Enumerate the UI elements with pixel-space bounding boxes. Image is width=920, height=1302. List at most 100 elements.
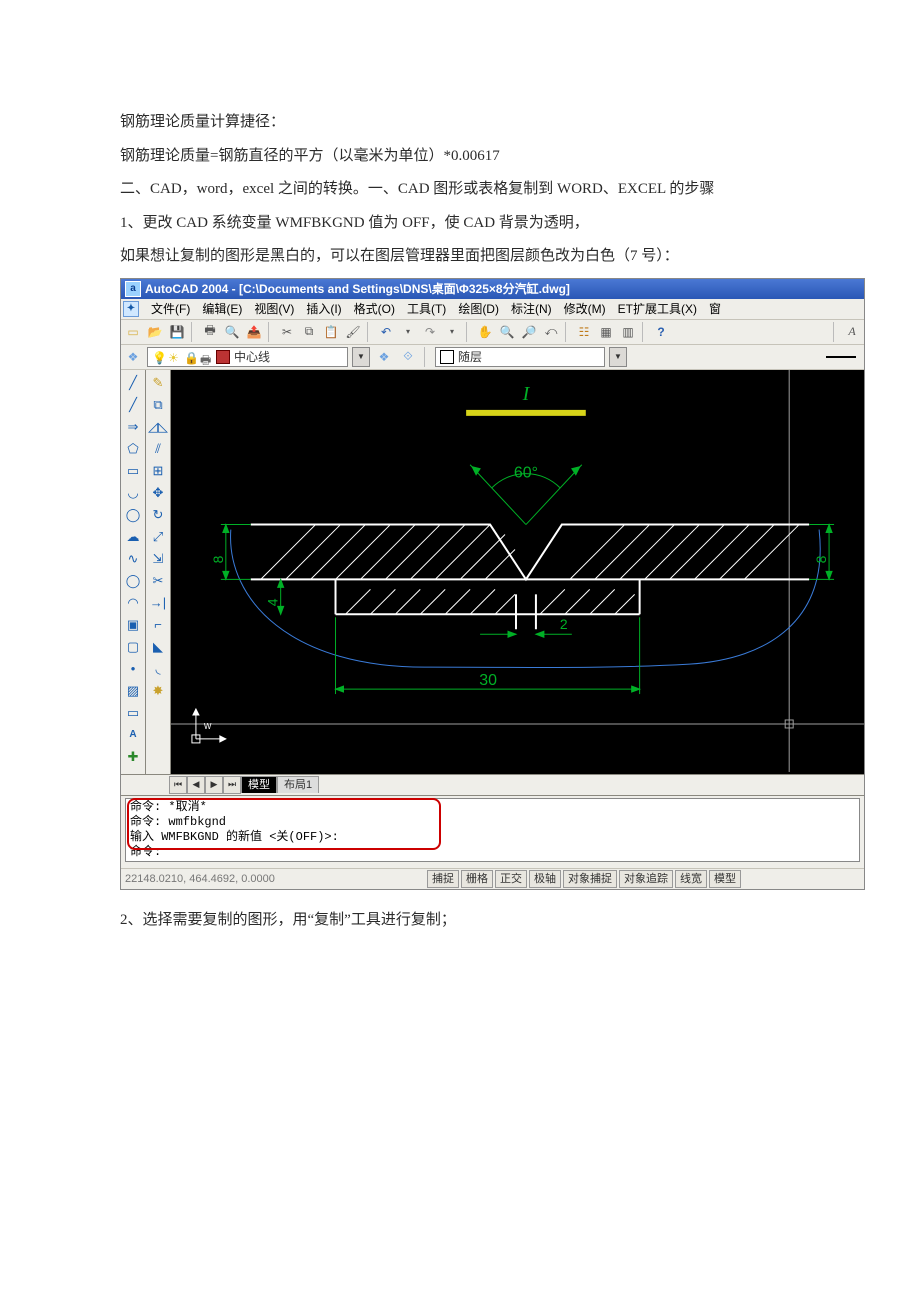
extra-icon[interactable]: ✚ [123,747,143,767]
line-icon[interactable]: ╱ [123,373,143,393]
copy-icon[interactable]: ⧉ [299,322,319,342]
insert-block-icon[interactable]: ▣ [123,615,143,635]
mirror-icon[interactable]: ◿◺ [148,417,168,437]
pline-icon[interactable]: ⇒ [123,417,143,437]
layer-combo[interactable]: 💡 ☀ 🔒 🖶 中心线 [147,347,348,367]
extend-icon[interactable]: →| [148,593,168,613]
tab-model[interactable]: 模型 [241,776,277,793]
tab-prev-icon[interactable]: ◀ [187,776,205,794]
menu-format[interactable]: 格式(O) [352,300,397,317]
redo-drop-icon[interactable]: ▾ [442,322,462,342]
chamfer-icon[interactable]: ◣ [148,637,168,657]
app-menu-icon[interactable]: ✦ [123,301,139,317]
open-icon[interactable]: 📂 [145,322,165,342]
save-icon[interactable]: 💾 [167,322,187,342]
zoom-rt-icon[interactable]: 🔍 [497,322,517,342]
status-model[interactable]: 模型 [709,870,741,888]
layer-drop-icon[interactable]: ▼ [352,347,370,367]
mtext-icon[interactable]: A [123,725,143,745]
publish-icon[interactable]: 📤 [244,322,264,342]
preview-icon[interactable]: 🔍 [222,322,242,342]
tab-first-icon[interactable]: ⏮ [169,776,187,794]
menu-view[interactable]: 视图(V) [252,300,296,317]
rotate-icon[interactable]: ↻ [148,505,168,525]
ellipse-icon[interactable]: ◯ [123,571,143,591]
layer-prev-icon[interactable]: ❖ [374,347,394,367]
xline-icon[interactable]: ╱ [123,395,143,415]
tab-layout1[interactable]: 布局1 [277,776,319,793]
menu-edit[interactable]: 编辑(E) [200,300,244,317]
menu-tools[interactable]: 工具(T) [405,300,448,317]
zoom-prev-icon[interactable]: ⤺ [541,322,561,342]
trim-icon[interactable]: ✂ [148,571,168,591]
stretch-icon[interactable]: ⇲ [148,549,168,569]
color-combo[interactable]: 随层 [435,347,605,367]
array-icon[interactable]: ⊞ [148,461,168,481]
help-icon[interactable]: ? [651,322,671,342]
erase-icon[interactable]: ✎ [148,373,168,393]
paste-icon[interactable]: 📋 [321,322,341,342]
drawing-canvas[interactable]: W I 60° [171,370,864,774]
pan-icon[interactable]: ✋ [475,322,495,342]
spline-icon[interactable]: ∿ [123,549,143,569]
circle-icon[interactable]: ◯ [123,505,143,525]
status-osnap[interactable]: 对象捕捉 [563,870,617,888]
fillet-icon[interactable]: ◟ [148,659,168,679]
cut-icon[interactable]: ✂ [277,322,297,342]
hatch-icon[interactable]: ▨ [123,681,143,701]
menu-et[interactable]: ET扩展工具(X) [616,300,699,317]
undo-icon[interactable]: ↶ [376,322,396,342]
menu-file[interactable]: 文件(F) [149,300,192,317]
rectangle-icon[interactable]: ▭ [123,461,143,481]
undo-drop-icon[interactable]: ▾ [398,322,418,342]
svg-text:W: W [204,721,212,730]
status-otrack[interactable]: 对象追踪 [619,870,673,888]
tab-last-icon[interactable]: ⏭ [223,776,241,794]
tab-next-icon[interactable]: ▶ [205,776,223,794]
zoom-win-icon[interactable]: 🔎 [519,322,539,342]
properties-icon[interactable]: ☷ [574,322,594,342]
redo-icon[interactable]: ↷ [420,322,440,342]
menu-modify[interactable]: 修改(M) [562,300,608,317]
menu-dim[interactable]: 标注(N) [509,300,554,317]
color-drop-icon[interactable]: ▼ [609,347,627,367]
toolbar-sep [367,322,372,342]
color-label: 随层 [458,348,482,365]
status-lwt[interactable]: 线宽 [675,870,707,888]
point-icon[interactable]: • [123,659,143,679]
toolbar-sep [833,322,838,342]
tool-pal-icon[interactable]: ▥ [618,322,638,342]
offset-icon[interactable]: ⫽ [148,439,168,459]
break-icon[interactable]: ⌐ [148,615,168,635]
status-snap[interactable]: 捕捉 [427,870,459,888]
standard-toolbar: ▭ 📂 💾 🖶 🔍 📤 ✂ ⧉ 📋 🖌 ↶ ▾ ↷ ▾ ✋ 🔍 🔎 ⤺ ☷ ▦ [121,320,864,345]
menu-window[interactable]: 窗 [707,300,723,317]
explode-icon[interactable]: ✸ [148,681,168,701]
make-block-icon[interactable]: ▢ [123,637,143,657]
print-icon[interactable]: 🖶 [200,322,220,342]
lineweight-sample [826,356,856,358]
move-icon[interactable]: ✥ [148,483,168,503]
ellipse-arc-icon[interactable]: ◠ [123,593,143,613]
text-style-icon[interactable]: A [842,322,862,342]
menu-draw[interactable]: 绘图(D) [456,300,501,317]
arc-icon[interactable]: ◡ [123,483,143,503]
svg-text:60°: 60° [514,464,538,481]
match-icon[interactable]: 🖌 [343,322,363,342]
region-icon[interactable]: ▭ [123,703,143,723]
menu-insert[interactable]: 插入(I) [304,300,343,317]
new-icon[interactable]: ▭ [123,322,143,342]
dc-icon[interactable]: ▦ [596,322,616,342]
command-history[interactable]: 命令: *取消* 命令: wmfbkgnd 输入 WMFBKGND 的新值 <关… [125,798,860,862]
copy-obj-icon[interactable]: ⧉ [148,395,168,415]
revcloud-icon[interactable]: ☁ [123,527,143,547]
status-ortho[interactable]: 正交 [495,870,527,888]
layer-walk-icon[interactable]: ⟐ [398,347,418,367]
layer-mgr-icon[interactable]: ❖ [123,347,143,367]
scale-icon[interactable]: ⤢ [148,527,168,547]
status-grid[interactable]: 栅格 [461,870,493,888]
cmd-line: 命令: wmfbkgnd [130,815,855,830]
cmd-line: 命令: *取消* [130,800,855,815]
polygon-icon[interactable]: ⬠ [123,439,143,459]
status-polar[interactable]: 极轴 [529,870,561,888]
